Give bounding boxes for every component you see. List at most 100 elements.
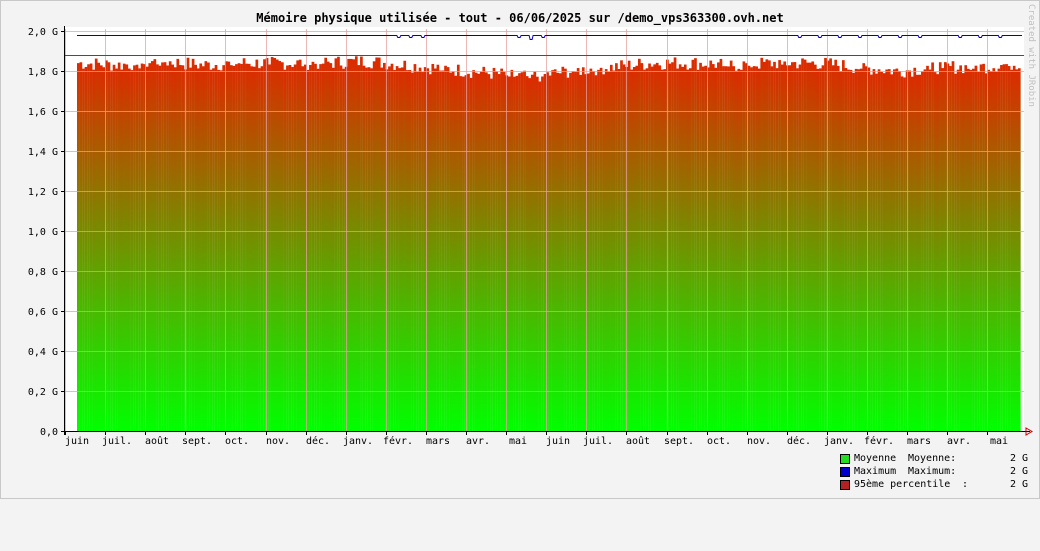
data-bar: [273, 57, 277, 431]
data-bar: [658, 65, 662, 432]
legend-label: :: [962, 479, 969, 490]
data-bar: [997, 68, 1001, 431]
data-bar: [617, 69, 621, 431]
data-bar: [992, 68, 996, 432]
data-bar: [479, 71, 483, 431]
data-bar: [242, 58, 246, 431]
x-tick-label: mars: [426, 436, 450, 447]
data-bar: [824, 57, 827, 431]
data-bar: [732, 66, 736, 432]
data-bar: [314, 63, 317, 431]
data-bar: [836, 65, 840, 432]
data-bar: [507, 76, 511, 431]
data-bar: [719, 58, 723, 431]
data-bar: [643, 69, 646, 432]
data-bar: [668, 63, 672, 432]
x-tick-label: janv.: [824, 436, 854, 447]
data-bar: [278, 61, 282, 431]
data-bar: [293, 64, 297, 432]
data-bar: [240, 63, 243, 432]
data-bar: [1012, 65, 1016, 431]
data-bar: [908, 70, 911, 432]
data-bar: [485, 72, 488, 431]
data-bar: [469, 77, 473, 431]
data-bar: [227, 61, 231, 432]
data-bar: [791, 62, 794, 432]
legend-item-moyenne: Moyenne Moyenne: 2 G: [840, 453, 1028, 465]
data-bar: [130, 70, 134, 431]
data-bar: [650, 66, 654, 432]
data-bar: [630, 69, 634, 432]
data-bar: [538, 81, 542, 431]
data-bar: [388, 66, 391, 432]
data-bar: [1015, 69, 1019, 431]
data-bar: [691, 59, 695, 432]
x-tick-label: nov.: [747, 436, 771, 447]
data-bar: [99, 65, 103, 432]
data-bar: [337, 56, 340, 432]
data-bar: [403, 60, 407, 431]
data-bar: [370, 68, 373, 432]
data-bar: [819, 68, 822, 431]
data-bar: [602, 74, 605, 431]
data-bar: [632, 66, 636, 431]
data-bar: [648, 63, 651, 432]
data-bar: [673, 57, 677, 432]
data-bar: [232, 65, 236, 432]
data-bar: [311, 61, 315, 432]
data-bar: [686, 69, 690, 432]
data-bar: [859, 68, 863, 432]
data-bar: [156, 64, 159, 432]
data-bar: [84, 66, 88, 432]
data-bar: [722, 66, 725, 432]
data-bar: [525, 76, 529, 431]
data-bar: [77, 63, 80, 431]
x-tick-label: oct.: [225, 436, 249, 447]
data-bar: [594, 75, 598, 431]
data-bar: [153, 59, 157, 431]
legend-name: Maximum: [854, 466, 897, 477]
data-bar: [219, 70, 223, 432]
data-bar: [122, 63, 126, 432]
data-bar: [926, 65, 929, 431]
data-bar: [885, 69, 889, 431]
data-bar: [319, 64, 322, 431]
data-bar: [148, 63, 152, 432]
data-bar: [163, 62, 167, 432]
data-bar: [408, 70, 412, 432]
y-tick-label: 1,8 G: [28, 67, 58, 78]
data-bar: [944, 62, 947, 432]
data-bar: [752, 66, 756, 432]
data-bar: [847, 69, 850, 432]
data-bar: [112, 64, 116, 431]
data-bar: [1000, 65, 1003, 431]
data-bar: [699, 62, 702, 431]
data-bar: [125, 64, 129, 431]
data-bar: [704, 65, 707, 431]
data-bar: [472, 70, 475, 431]
data-bar: [895, 68, 899, 431]
data-bar: [831, 65, 835, 432]
data-bar: [158, 65, 162, 431]
data-bar: [1007, 66, 1011, 431]
data-bar: [418, 67, 422, 432]
data-bar: [923, 69, 927, 431]
x-tick-labels: juin juil. août sept. oct. nov. déc. janv. févr.…: [65, 435, 1008, 447]
data-bar: [431, 63, 435, 431]
data-bar: [653, 64, 656, 432]
data-bar: [982, 63, 985, 431]
data-bar: [622, 64, 626, 432]
data-bar: [365, 67, 368, 431]
data-bar: [133, 65, 136, 431]
data-bar: [977, 71, 980, 432]
data-bar: [862, 63, 866, 432]
data-bar: [910, 76, 914, 431]
data-bar: [604, 69, 608, 431]
data-bar: [773, 61, 776, 432]
x-tick-label: sept.: [664, 436, 694, 447]
data-bar: [821, 65, 825, 431]
data-bar: [186, 57, 190, 431]
data-bar: [1005, 64, 1008, 431]
data-bar: [755, 66, 758, 431]
data-bar: [428, 74, 432, 431]
